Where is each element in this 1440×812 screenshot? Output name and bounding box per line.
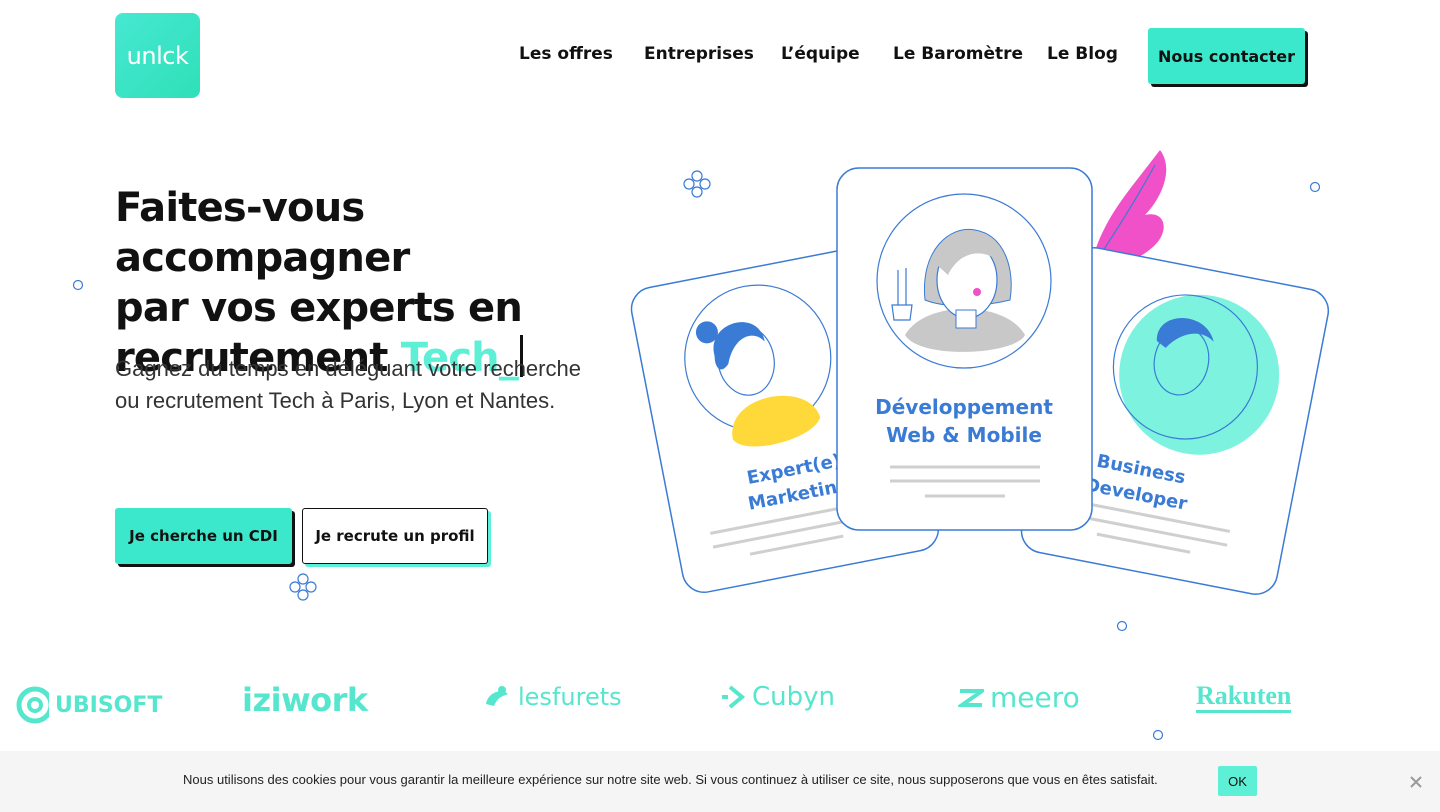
- circle-deco-icon: [72, 279, 84, 291]
- flower-deco-icon: [289, 573, 317, 601]
- circle-deco-icon: [1152, 729, 1164, 741]
- nav-barometre[interactable]: Le Baromètre: [893, 44, 1023, 64]
- card-center-line2: Web & Mobile: [886, 423, 1042, 447]
- client-name: iziwork: [242, 681, 368, 719]
- client-logo-cubyn: Cubyn: [720, 682, 835, 712]
- client-name: meero: [990, 681, 1080, 714]
- nav-equipe[interactable]: L’équipe: [781, 44, 860, 64]
- logo-text: unlck: [126, 41, 189, 70]
- cookie-text: Nous utilisons des cookies pour vous gar…: [183, 772, 1158, 787]
- lesfurets-ferret-icon: [486, 686, 508, 706]
- contact-button[interactable]: Nous contacter: [1148, 28, 1305, 84]
- meero-z-icon: [958, 688, 984, 707]
- hero-illustration: Expert(e) Marketing Business Developer D…: [630, 150, 1330, 595]
- client-name: Rakuten: [1196, 682, 1292, 713]
- cookie-ok-button[interactable]: OK: [1218, 766, 1257, 796]
- client-logo-meero: meero: [958, 681, 1080, 714]
- card-center-line1: Développement: [875, 395, 1053, 419]
- close-icon[interactable]: [1408, 774, 1424, 790]
- hero-title-line1: Faites-vous accompagner: [115, 185, 410, 281]
- recruit-profile-button[interactable]: Je recrute un profil: [302, 508, 488, 564]
- nav-les-offres[interactable]: Les offres: [519, 44, 613, 64]
- cubyn-arrow-icon: [722, 685, 746, 709]
- logo[interactable]: unlck: [115, 13, 200, 98]
- client-logo-ubisoft: UBISOFT: [15, 684, 162, 726]
- client-name: Cubyn: [752, 682, 836, 712]
- client-name: lesfurets: [518, 683, 622, 711]
- client-logo-rakuten: Rakuten: [1196, 682, 1292, 713]
- card-dev: [836, 167, 1093, 531]
- ubisoft-swirl-icon: [16, 686, 49, 724]
- hero-subtitle: Gagnez du temps en déléguant votre reche…: [115, 356, 581, 413]
- search-cdi-button[interactable]: Je cherche un CDI: [115, 508, 292, 564]
- hero-title-line2: par vos experts en: [115, 285, 523, 331]
- client-logo-iziwork: iziwork: [242, 681, 368, 719]
- nav-blog[interactable]: Le Blog: [1047, 44, 1118, 64]
- nav-entreprises[interactable]: Entreprises: [644, 44, 754, 64]
- client-name: UBISOFT: [55, 692, 163, 718]
- client-logo-lesfurets: lesfurets: [482, 682, 622, 712]
